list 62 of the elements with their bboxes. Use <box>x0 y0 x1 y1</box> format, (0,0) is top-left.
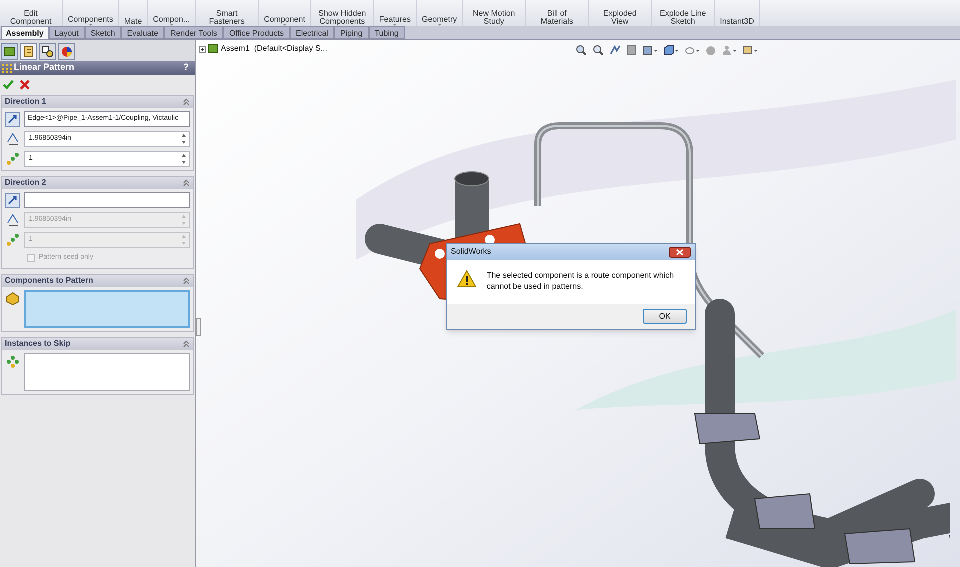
tab[interactable]: Evaluate <box>121 26 164 39</box>
direction-button[interactable] <box>5 192 20 208</box>
expand-plus-icon[interactable] <box>199 46 206 52</box>
view-orientation-icon[interactable] <box>643 45 658 56</box>
dialog-title: SolidWorks <box>451 246 492 258</box>
tab[interactable]: Piping <box>334 26 369 39</box>
tab[interactable]: Layout <box>48 26 85 39</box>
distance-icon <box>6 132 20 146</box>
arrow-icon <box>8 196 17 204</box>
section-title: Direction 1 <box>5 96 46 108</box>
tab[interactable]: Electrical <box>290 26 334 39</box>
direction-button[interactable] <box>5 112 20 126</box>
help-button[interactable]: ? <box>184 61 193 75</box>
feature-tree-tab[interactable] <box>1 43 18 60</box>
collapse-chevron-icon[interactable] <box>183 98 190 106</box>
component-icon <box>6 292 20 306</box>
section-title: Components to Pattern <box>5 274 94 286</box>
pattern-icon <box>2 64 12 72</box>
panel-title: Linear Pattern <box>14 61 76 74</box>
count-icon <box>6 152 20 166</box>
tab[interactable]: Render Tools <box>164 26 224 39</box>
dialog-message: The selected component is a route component which cannot be used in patterns. <box>486 270 676 292</box>
tab[interactable]: Assembly <box>1 26 49 39</box>
cancel-x-icon[interactable] <box>20 80 30 90</box>
configuration-tab[interactable] <box>39 43 56 60</box>
hide-show-icon[interactable] <box>685 45 700 56</box>
collapse-chevron-icon[interactable] <box>183 276 190 284</box>
appearance-tab[interactable] <box>58 43 75 60</box>
count-icon <box>6 233 20 247</box>
tab[interactable]: Tubing <box>368 26 405 39</box>
tree-item[interactable]: Assem1 (Default<Display S... <box>221 43 328 55</box>
section-title: Direction 2 <box>5 177 46 189</box>
ok-check-icon[interactable] <box>3 80 14 90</box>
configuration-icon <box>42 46 54 58</box>
ok-button[interactable]: OK <box>643 309 687 324</box>
tab[interactable]: Sketch <box>84 26 122 39</box>
instances-icon <box>6 354 20 368</box>
collapse-chevron-icon[interactable] <box>183 179 190 187</box>
warning-icon <box>457 270 477 288</box>
close-icon[interactable] <box>669 246 691 258</box>
distance-icon <box>6 213 20 227</box>
reference-field[interactable] <box>24 192 190 208</box>
property-manager-tab[interactable] <box>20 43 37 60</box>
assembly-icon <box>208 44 219 54</box>
collapse-handle[interactable] <box>196 318 201 336</box>
spin-arrows-icon[interactable] <box>181 133 187 145</box>
view-settings-icon[interactable] <box>743 45 758 56</box>
spin-arrows-icon[interactable] <box>181 153 187 165</box>
previous-view-icon[interactable] <box>610 45 621 56</box>
collapse-chevron-icon[interactable] <box>183 340 190 348</box>
spin-arrows-icon <box>181 214 187 226</box>
arrow-icon <box>8 114 17 124</box>
properties-icon <box>22 46 34 58</box>
section-title: Instances to Skip <box>5 338 71 350</box>
display-style-cube-icon[interactable] <box>664 45 679 56</box>
zoom-area-icon[interactable] <box>593 45 604 56</box>
color-ball-icon <box>60 46 72 58</box>
assembly-icon <box>4 46 16 56</box>
zoom-fit-icon[interactable] <box>576 45 587 56</box>
tab[interactable]: Office Products <box>223 26 290 39</box>
section-view-icon[interactable] <box>627 45 637 56</box>
spin-arrows-icon <box>181 234 187 246</box>
